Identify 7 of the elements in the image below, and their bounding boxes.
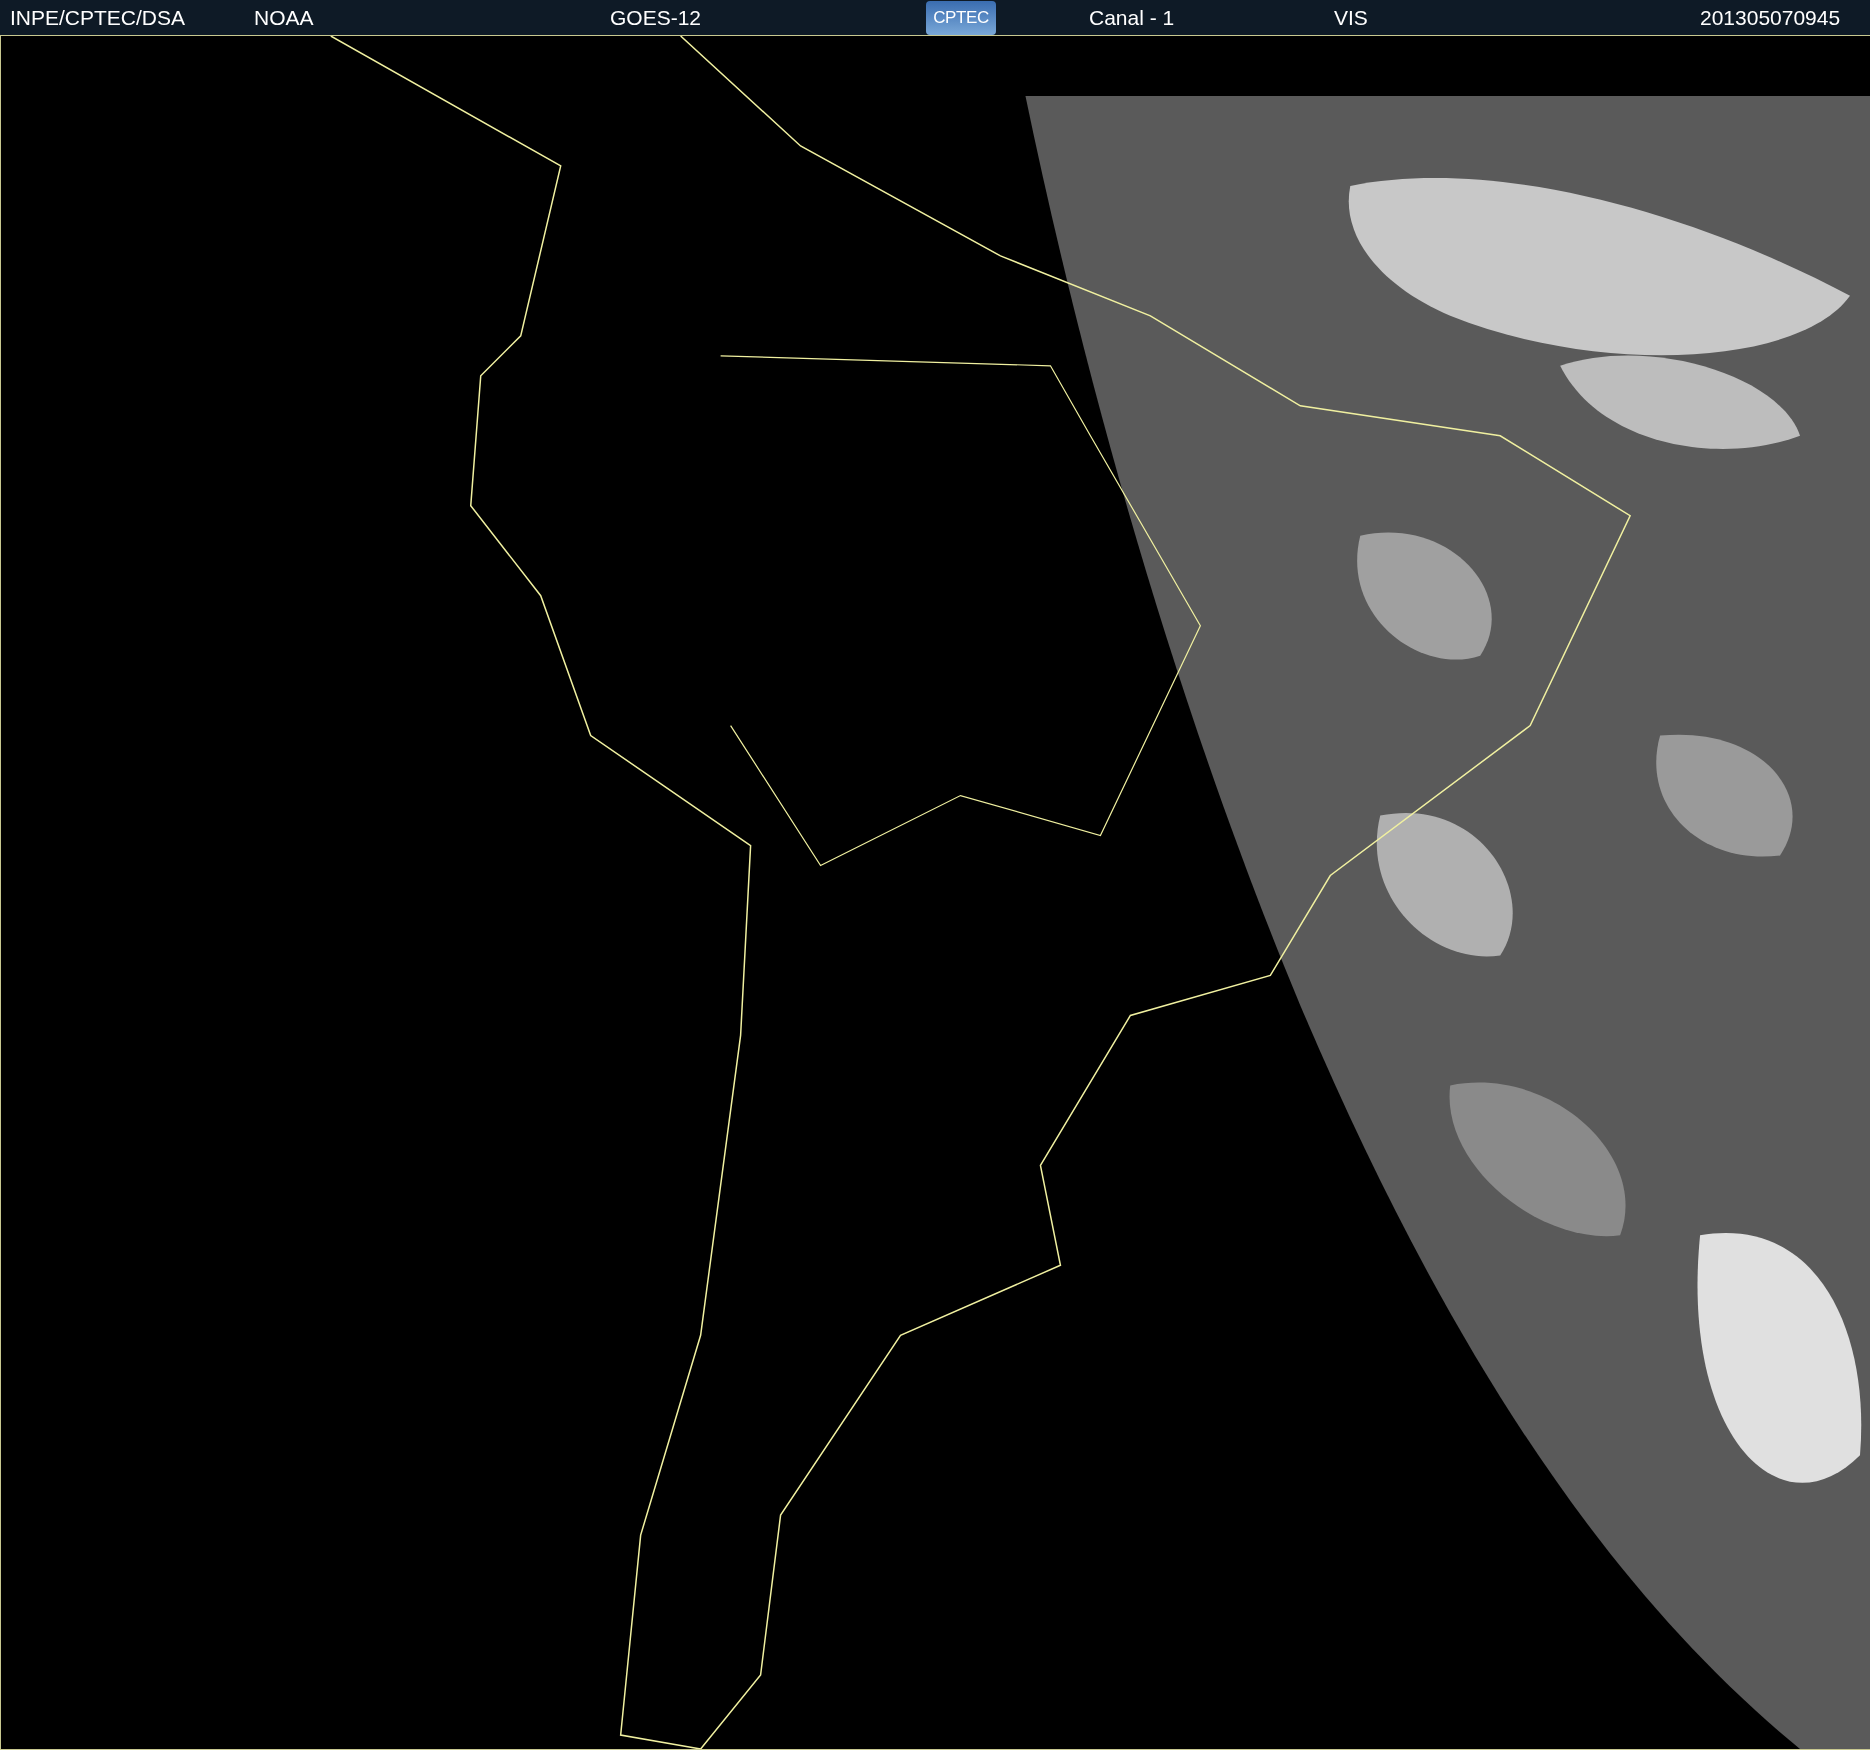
header-label: Canal - 1 [1089, 5, 1175, 29]
header-label: NOAA [254, 5, 314, 29]
logo: CPTEC [926, 0, 996, 35]
header-label: GOES-12 [610, 5, 702, 29]
header-label: 201305070945 [1700, 5, 1841, 29]
header-label: VIS [1334, 5, 1368, 29]
header-label: INPE/CPTEC/DSA [10, 5, 186, 29]
